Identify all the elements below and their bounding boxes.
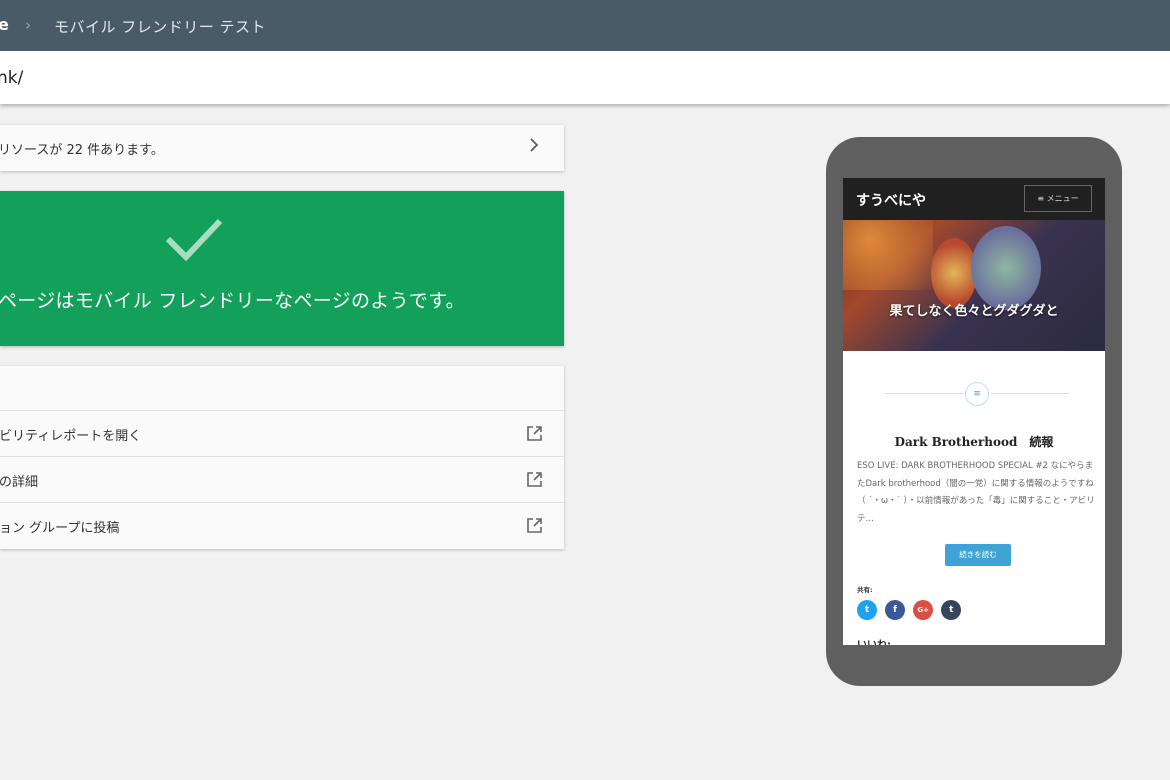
post-title[interactable]: Dark Brotherhood 続報 [843,433,1105,450]
divider-line-right [991,393,1069,394]
breadcrumb-separator-icon: › [25,16,31,34]
site-header: すうべにや ≡ メニュー [843,178,1105,220]
page-resources-card[interactable]: リソースが 22 件あります。 [0,125,564,171]
open-in-new-icon [526,471,543,488]
link-label: ビリティレポートを開く [0,429,142,444]
hero-light-decoration [843,220,933,290]
site-title[interactable]: すうべにや [856,190,926,210]
top-app-bar: e › モバイル フレンドリー テスト [0,0,1170,51]
link-row-usability-report[interactable]: ビリティレポートを開く [0,411,564,457]
share-label: 共有: [857,586,873,594]
twitter-icon[interactable]: t [857,600,877,620]
additional-links-card: ビリティレポートを開く の詳細 ョン グループに投稿 [0,366,564,549]
links-card-header [0,366,564,411]
facebook-icon[interactable]: f [885,600,906,620]
hero-figure-decoration [931,238,977,308]
link-row-details[interactable]: の詳細 [0,457,564,503]
mobile-friendly-result-card: ページはモバイル フレンドリーなページのようです。 [0,191,564,346]
post-excerpt: ESO LIVE: DARK BROTHERHOOD SPECIAL #2 なに… [857,461,1095,524]
page-title: モバイル フレンドリー テスト [54,18,267,36]
url-input[interactable]: nk/ [0,68,23,88]
page-resources-text: リソースが 22 件あります。 [0,143,164,158]
share-buttons: t f G+ t [857,600,964,620]
google-plus-icon[interactable]: G+ [913,600,934,620]
link-row-post-to-group[interactable]: ョン グループに投稿 [0,503,564,549]
open-in-new-icon [526,517,543,534]
result-message: ページはモバイル フレンドリーなページのようです。 [0,290,465,312]
url-bar: nk/ [0,51,1170,104]
divider-line-left [885,393,963,394]
menu-button[interactable]: ≡ メニュー [1024,185,1092,212]
post-format-icon: ≡ [965,382,989,406]
hero-figure-decoration [971,226,1041,310]
checkmark-icon [164,215,224,267]
phone-preview-frame: すうべにや ≡ メニュー 果てしなく色々とグダグダと ≡ Dark Brothe… [826,137,1122,686]
phone-screen[interactable]: すうべにや ≡ メニュー 果てしなく色々とグダグダと ≡ Dark Brothe… [843,178,1105,645]
link-label: ョン グループに投稿 [0,521,120,536]
next-section-label: いいね: [857,636,891,645]
link-label: の詳細 [0,475,39,490]
open-in-new-icon [526,425,543,442]
hero-image: 果てしなく色々とグダグダと [843,220,1105,351]
read-more-button[interactable]: 続きを読む [945,544,1011,566]
tumblr-icon[interactable]: t [941,600,962,620]
breadcrumb-root-link[interactable]: e [0,15,9,34]
chevron-right-icon [528,137,540,157]
hero-tagline: 果てしなく色々とグダグダと [889,304,1059,319]
